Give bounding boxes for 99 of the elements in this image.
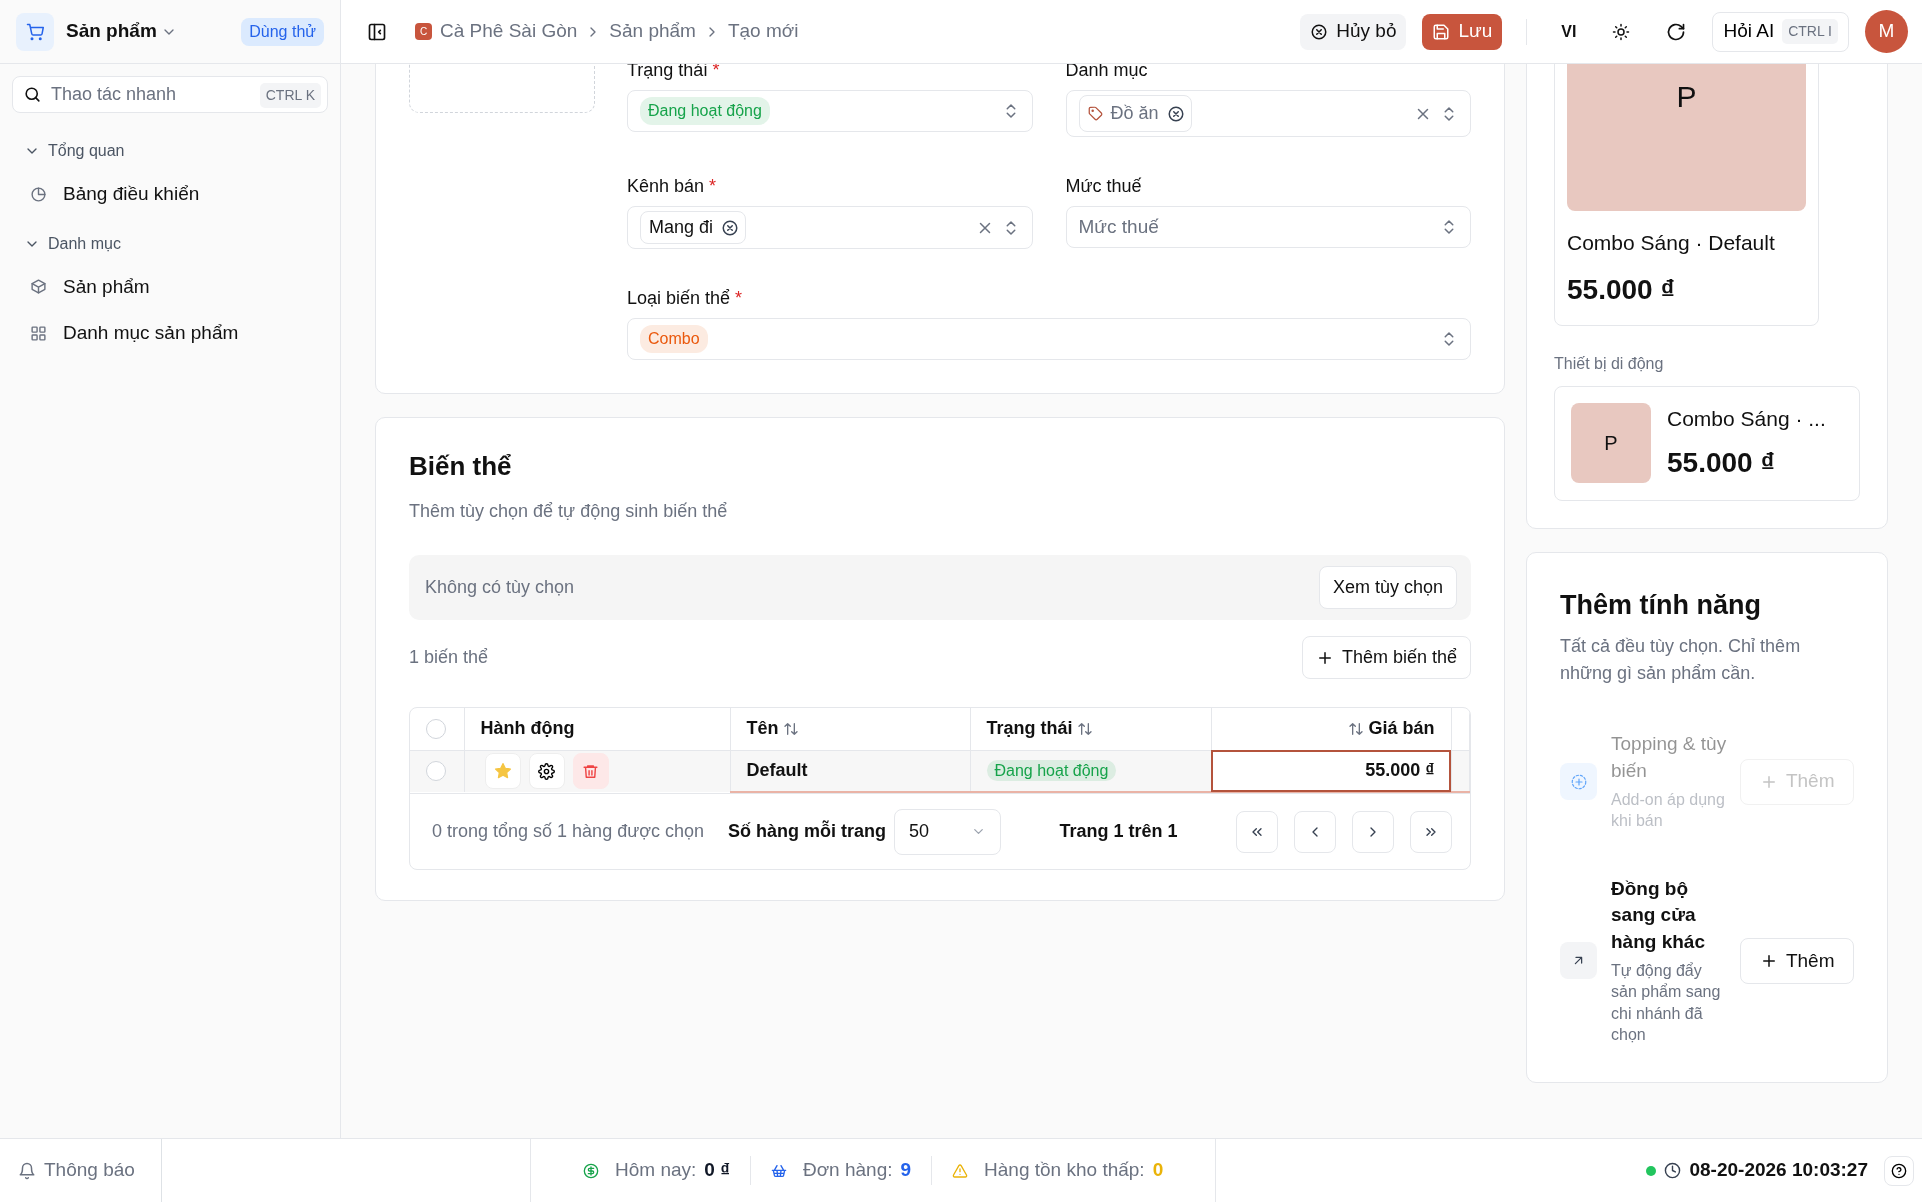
view-options-button[interactable]: Xem tùy chọn — [1318, 566, 1457, 610]
help-icon — [1891, 1162, 1907, 1179]
selected-chip: Đồ ăn — [1078, 95, 1192, 132]
price-input[interactable]: 55.000 ₫ — [1211, 750, 1451, 793]
settings-icon — [538, 762, 555, 780]
rows-per-page-select[interactable]: 50 — [894, 808, 1002, 855]
field-label: Loại biến thể * — [627, 287, 744, 310]
shortcut-hint: CTRL I — [1782, 19, 1838, 44]
sun-icon — [1612, 23, 1631, 42]
breadcrumb-current: Tạo mới — [727, 19, 799, 44]
feature-description: Tự động đẩy sản phẩm sang chi nhánh đã chọn — [1611, 960, 1722, 1046]
section-subtitle: Tất cả đều tùy chọn. Chỉ thêm những gì sản phẩm cần. — [1560, 635, 1802, 686]
sidebar-item[interactable]: Sản phẩm — [0, 263, 340, 310]
product-price: 55.000 ₫ — [1567, 272, 1676, 307]
add-variant-button[interactable]: Thêm biến thể — [1301, 636, 1471, 680]
trash-icon — [582, 762, 599, 780]
pie-chart-icon — [30, 185, 47, 203]
refresh-icon — [1666, 22, 1687, 43]
selected-chip: Mang đi — [640, 211, 747, 244]
stat-value: 0 ₫ — [704, 1158, 730, 1183]
preview-label: Thiết bị di động — [1554, 353, 1665, 374]
sort-icon — [782, 720, 799, 737]
field-label: Kênh bán * — [627, 175, 718, 198]
feature-icon — [1560, 942, 1597, 980]
sidebar-item[interactable]: Bảng điều khiển — [0, 171, 340, 218]
app-icon — [16, 12, 54, 51]
selection-summary: 0 trong tổng số 1 hàng được chọn — [432, 820, 705, 844]
user-avatar[interactable]: M — [1865, 10, 1908, 53]
product-price: 55.000 ₫ — [1667, 446, 1776, 480]
clock-time: 08-20-2026 10:03:27 — [1689, 1158, 1868, 1183]
tag-icon — [1087, 106, 1103, 121]
notifications-button[interactable]: Thông báo — [0, 1139, 162, 1202]
sidebar-item[interactable]: Danh mục sản phẩm — [0, 310, 340, 357]
search-icon — [23, 85, 42, 104]
remove-icon[interactable] — [1166, 104, 1185, 123]
bell-icon — [18, 1161, 36, 1180]
breadcrumb-link[interactable]: Cà Phê Sài Gòn — [440, 17, 578, 46]
save-icon — [1432, 22, 1451, 41]
delete-button[interactable] — [572, 753, 609, 790]
section-title: Biến thể — [409, 451, 513, 483]
select-field[interactable]: Mức thuế — [1065, 206, 1471, 248]
settings-button[interactable] — [528, 753, 565, 790]
save-button[interactable]: Lưu — [1422, 13, 1503, 50]
column-header[interactable]: Tên — [730, 708, 970, 751]
nav-group-header[interactable]: Tổng quan — [0, 131, 340, 171]
cube-icon — [30, 278, 47, 296]
store-logo: C — [415, 23, 432, 40]
stat-label: Hôm nay: — [615, 1158, 697, 1183]
status-tag: Combo — [640, 325, 708, 353]
cancel-button[interactable]: Hủy bỏ — [1300, 13, 1407, 50]
empty-options-text: Không có tùy chọn — [425, 576, 575, 600]
stat-label: Hàng tồn kho thấp: — [984, 1158, 1145, 1183]
table-cell: Default — [730, 750, 970, 793]
app-switcher[interactable]: Sản phẩm — [62, 13, 187, 50]
feature-description: Add-on áp dụng khi bán — [1611, 789, 1726, 832]
row-checkbox[interactable] — [426, 761, 446, 782]
remove-icon[interactable] — [721, 218, 740, 237]
column-header: Hành động — [464, 708, 730, 751]
stat-value: 0 — [1152, 1158, 1164, 1183]
select-field[interactable]: Mang đi — [627, 206, 1033, 249]
feature-title: Đồng bộ sang cửa hàng khác — [1611, 876, 1706, 954]
ask-ai-button[interactable]: Hỏi AI CTRL I — [1712, 11, 1849, 52]
feature-icon — [1560, 763, 1597, 801]
close-icon — [1310, 22, 1329, 41]
product-name: Combo Sáng · ... — [1667, 405, 1826, 432]
add-feature-button[interactable]: Thêm — [1740, 937, 1854, 984]
image-initial: P — [1604, 431, 1618, 457]
variant-count: 1 biến thể — [409, 646, 489, 670]
status-tag: Đang hoạt động — [986, 760, 1117, 782]
select-all-checkbox[interactable] — [426, 718, 446, 739]
warning-icon — [952, 1162, 969, 1179]
language-button[interactable]: VI — [1551, 13, 1587, 50]
clock-icon — [1664, 1162, 1682, 1179]
basket-icon — [770, 1162, 787, 1179]
star-icon — [493, 762, 512, 781]
stat-value: 9 — [900, 1158, 912, 1183]
section-subtitle: Thêm tùy chọn để tự động sinh biến thể — [409, 500, 729, 524]
page-indicator: Trang 1 trên 1 — [1059, 820, 1178, 844]
image-initial: P — [1676, 79, 1697, 115]
field-label: Mức thuế — [1065, 175, 1143, 198]
default-star-button[interactable] — [484, 753, 521, 790]
rows-per-page-label: Số hàng mỗi trang — [728, 819, 887, 844]
shortcut-hint: CTRL K — [259, 83, 321, 108]
stat-label: Đơn hàng: — [802, 1158, 893, 1183]
product-name: Combo Sáng · Default — [1567, 230, 1776, 256]
help-button[interactable] — [1884, 1155, 1914, 1186]
feature-title: Topping & tùy biến — [1611, 732, 1728, 783]
dollar-icon — [583, 1162, 599, 1179]
sort-icon — [1348, 720, 1365, 737]
select-field[interactable]: Đồ ăn — [1065, 90, 1471, 137]
nav-group-header[interactable]: Danh mục — [0, 223, 340, 264]
section-title: Thêm tính năng — [1560, 589, 1762, 622]
breadcrumb-link[interactable]: Sản phẩm — [609, 17, 696, 46]
status-tag: Đang hoạt động — [640, 97, 770, 125]
column-header[interactable]: Trạng thái — [970, 708, 1211, 751]
grid-icon — [30, 324, 47, 342]
trial-badge: Dùng thử — [241, 17, 324, 46]
sort-icon — [1076, 720, 1093, 737]
panel-toggle-icon — [367, 22, 387, 43]
